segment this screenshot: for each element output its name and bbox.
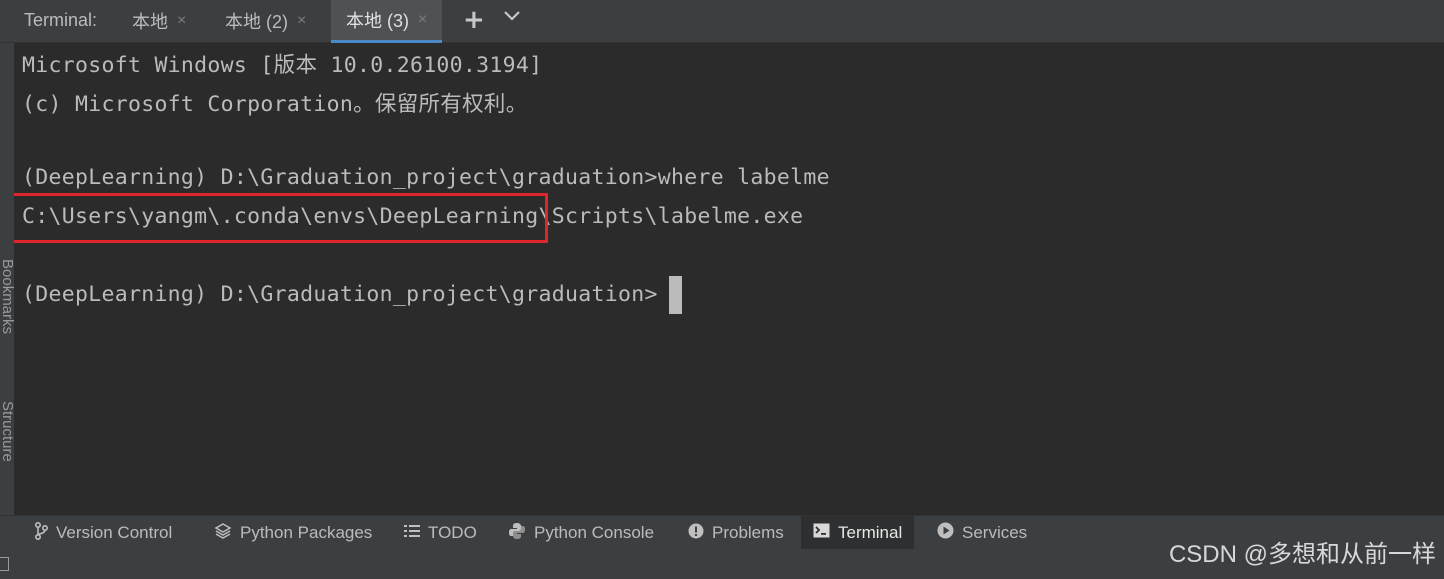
tab-label: 本地 (3) — [346, 11, 409, 31]
toggle-tool-windows-icon[interactable] — [0, 557, 9, 571]
tool-label: Services — [962, 523, 1028, 542]
watermark-text: CSDN @多想和从前一样 — [1168, 541, 1436, 568]
tool-label: Terminal — [838, 523, 903, 542]
branch-icon — [34, 521, 49, 545]
tool-version-control[interactable]: Version Control — [34, 516, 172, 550]
terminal-line: (c) Microsoft Corporation。保留所有权利。 — [22, 92, 528, 117]
tool-services[interactable]: Services — [937, 516, 1027, 550]
tool-label: Python Console — [534, 523, 655, 542]
tool-todo[interactable]: TODO — [404, 516, 477, 550]
terminal-line: (DeepLearning) D:\Graduation_project\gra… — [22, 165, 830, 190]
terminal-output[interactable]: Microsoft Windows [版本 10.0.26100.3194] (… — [0, 43, 1444, 515]
tab-local-1[interactable]: 本地 × — [132, 0, 186, 42]
close-icon[interactable]: × — [418, 11, 427, 29]
terminal-prompt-line: (DeepLearning) D:\Graduation_project\gra… — [22, 282, 658, 307]
terminal-title: Terminal: — [24, 10, 98, 30]
python-icon — [508, 522, 526, 545]
terminal-line: Microsoft Windows [版本 10.0.26100.3194] — [22, 53, 543, 78]
tool-python-packages[interactable]: Python Packages — [214, 516, 372, 550]
terminal-tab-bar: Terminal: 本地 × 本地 (2) × 本地 (3) × + — [0, 0, 1444, 43]
bookmarks-tab[interactable]: Bookmarks — [0, 259, 16, 334]
terminal-icon — [813, 523, 830, 543]
tab-label: 本地 — [132, 12, 168, 32]
list-icon — [404, 524, 420, 543]
tool-label: Python Packages — [240, 523, 373, 542]
tool-problems[interactable]: Problems — [688, 516, 784, 550]
close-icon[interactable]: × — [177, 12, 186, 30]
text-cursor — [669, 276, 682, 314]
chevron-down-icon[interactable] — [502, 6, 522, 32]
structure-tab[interactable]: Structure — [0, 401, 16, 462]
play-icon — [937, 522, 954, 544]
tab-label: 本地 (2) — [225, 12, 288, 32]
tab-local-2[interactable]: 本地 (2) × — [225, 0, 306, 42]
add-tab-icon[interactable]: + — [463, 5, 485, 35]
tab-local-3[interactable]: 本地 (3) × — [331, 0, 443, 43]
close-icon[interactable]: × — [297, 12, 306, 30]
highlight-box — [5, 193, 548, 243]
tool-label: TODO — [428, 523, 477, 542]
tool-label: Problems — [712, 523, 784, 542]
side-tool-strip: Bookmarks Structure — [0, 43, 16, 515]
tool-label: Version Control — [56, 523, 173, 542]
layers-icon — [214, 522, 232, 545]
tool-python-console[interactable]: Python Console — [508, 516, 654, 550]
info-icon — [688, 523, 704, 544]
tool-terminal[interactable]: Terminal — [801, 516, 915, 550]
